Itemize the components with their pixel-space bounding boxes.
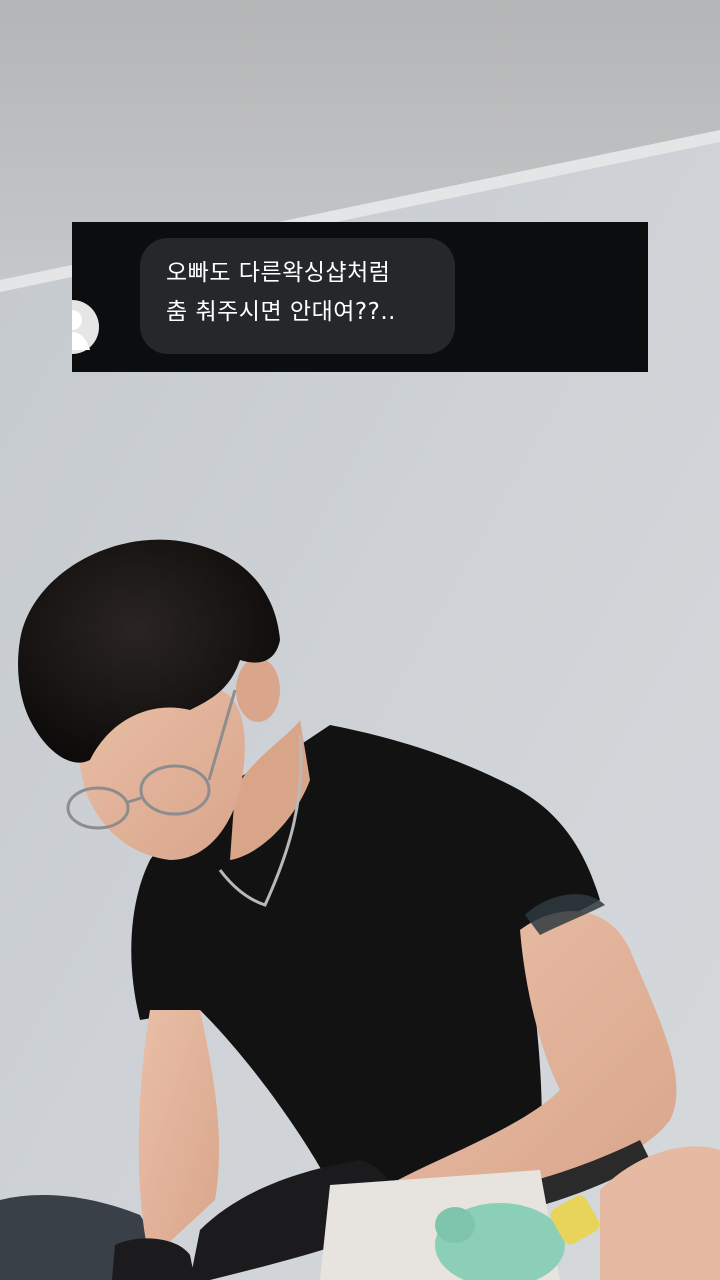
default-user-silhouette-icon [72, 300, 99, 354]
background-scene [0, 0, 720, 1280]
video-frame: 오빠도 다른왁싱샵처럼 춤 춰주시면 안대여??.. [0, 0, 720, 1280]
comment-text-line-2: 춤 춰주시면 안대여??.. [166, 299, 396, 325]
comment-bubble: 오빠도 다른왁싱샵처럼 춤 춰주시면 안대여??.. [140, 238, 455, 354]
comment-text-line-1: 오빠도 다른왁싱샵처럼 [166, 260, 391, 286]
live-comment-card: 오빠도 다른왁싱샵처럼 춤 춰주시면 안대여??.. [72, 222, 648, 372]
commenter-avatar[interactable] [72, 300, 116, 354]
